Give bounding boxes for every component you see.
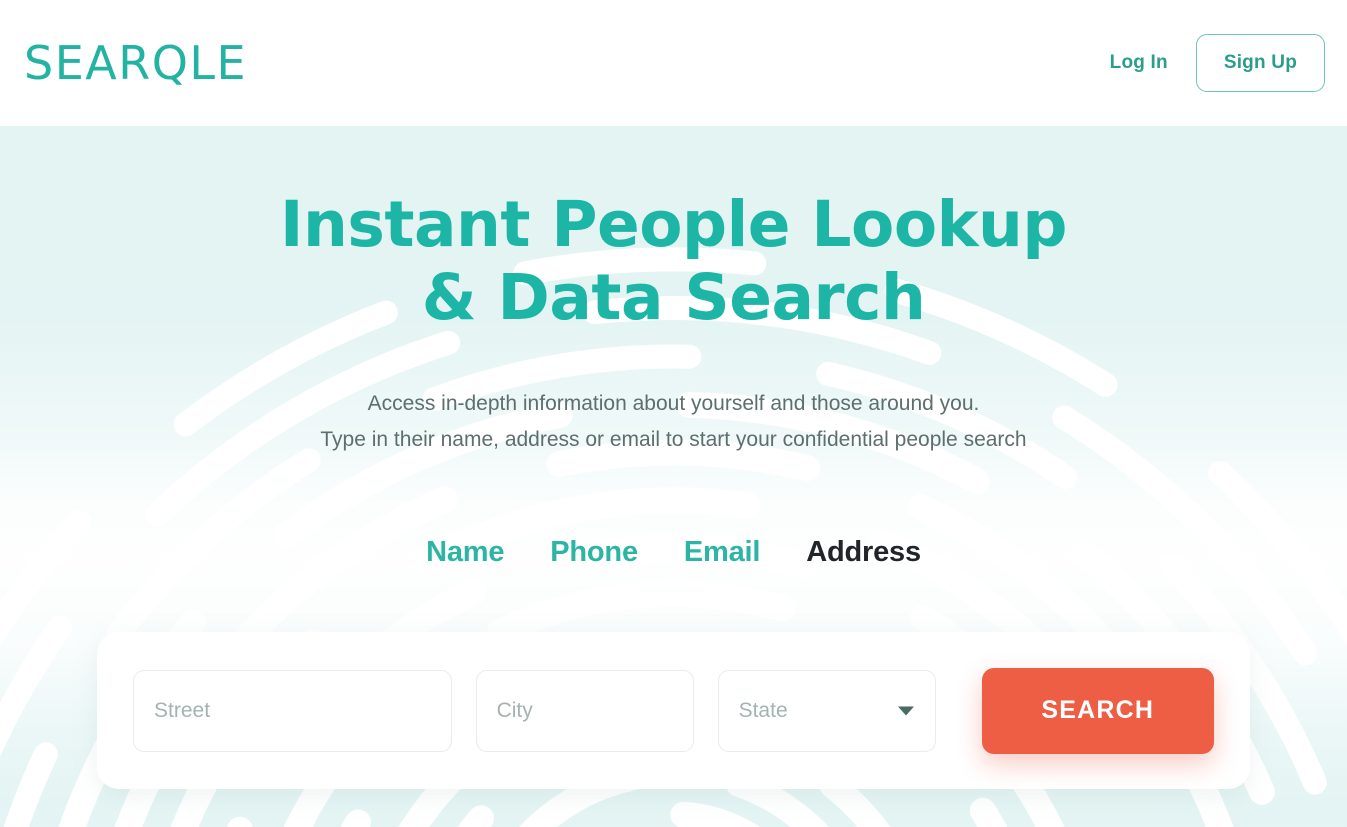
state-select[interactable]: State: [717, 669, 936, 752]
tab-phone[interactable]: Phone: [550, 536, 638, 569]
hero-section: Instant People Lookup & Data Search Acce…: [0, 126, 1347, 827]
search-form-card: State SEARCH: [97, 632, 1250, 789]
street-input[interactable]: [133, 669, 452, 752]
tab-name[interactable]: Name: [426, 536, 504, 569]
signup-button[interactable]: Sign Up: [1195, 34, 1325, 92]
city-input[interactable]: [475, 669, 694, 752]
page-title: Instant People Lookup & Data Search: [0, 188, 1347, 334]
hero-content: Instant People Lookup & Data Search Acce…: [0, 188, 1347, 569]
site-header: SEARQLE Log In Sign Up: [0, 0, 1347, 126]
landing-page: SEARQLE Log In Sign Up Instant People Lo…: [0, 0, 1347, 827]
login-link[interactable]: Log In: [1110, 52, 1168, 74]
state-select-wrapper: State: [717, 669, 936, 752]
page-title-line-2: & Data Search: [421, 261, 926, 335]
page-subtitle: Access in-depth information about yourse…: [0, 386, 1347, 458]
page-title-line-1: Instant People Lookup: [280, 188, 1067, 261]
search-button[interactable]: SEARCH: [981, 667, 1214, 754]
brand-logo[interactable]: SEARQLE: [24, 40, 247, 86]
page-subtitle-line-1: Access in-depth information about yourse…: [367, 392, 980, 416]
search-type-tabs: Name Phone Email Address: [0, 536, 1347, 569]
tab-address[interactable]: Address: [806, 536, 921, 569]
tab-email[interactable]: Email: [684, 536, 761, 569]
page-subtitle-line-2: Type in their name, address or email to …: [320, 428, 1027, 452]
header-nav: Log In Sign Up: [1110, 34, 1325, 92]
